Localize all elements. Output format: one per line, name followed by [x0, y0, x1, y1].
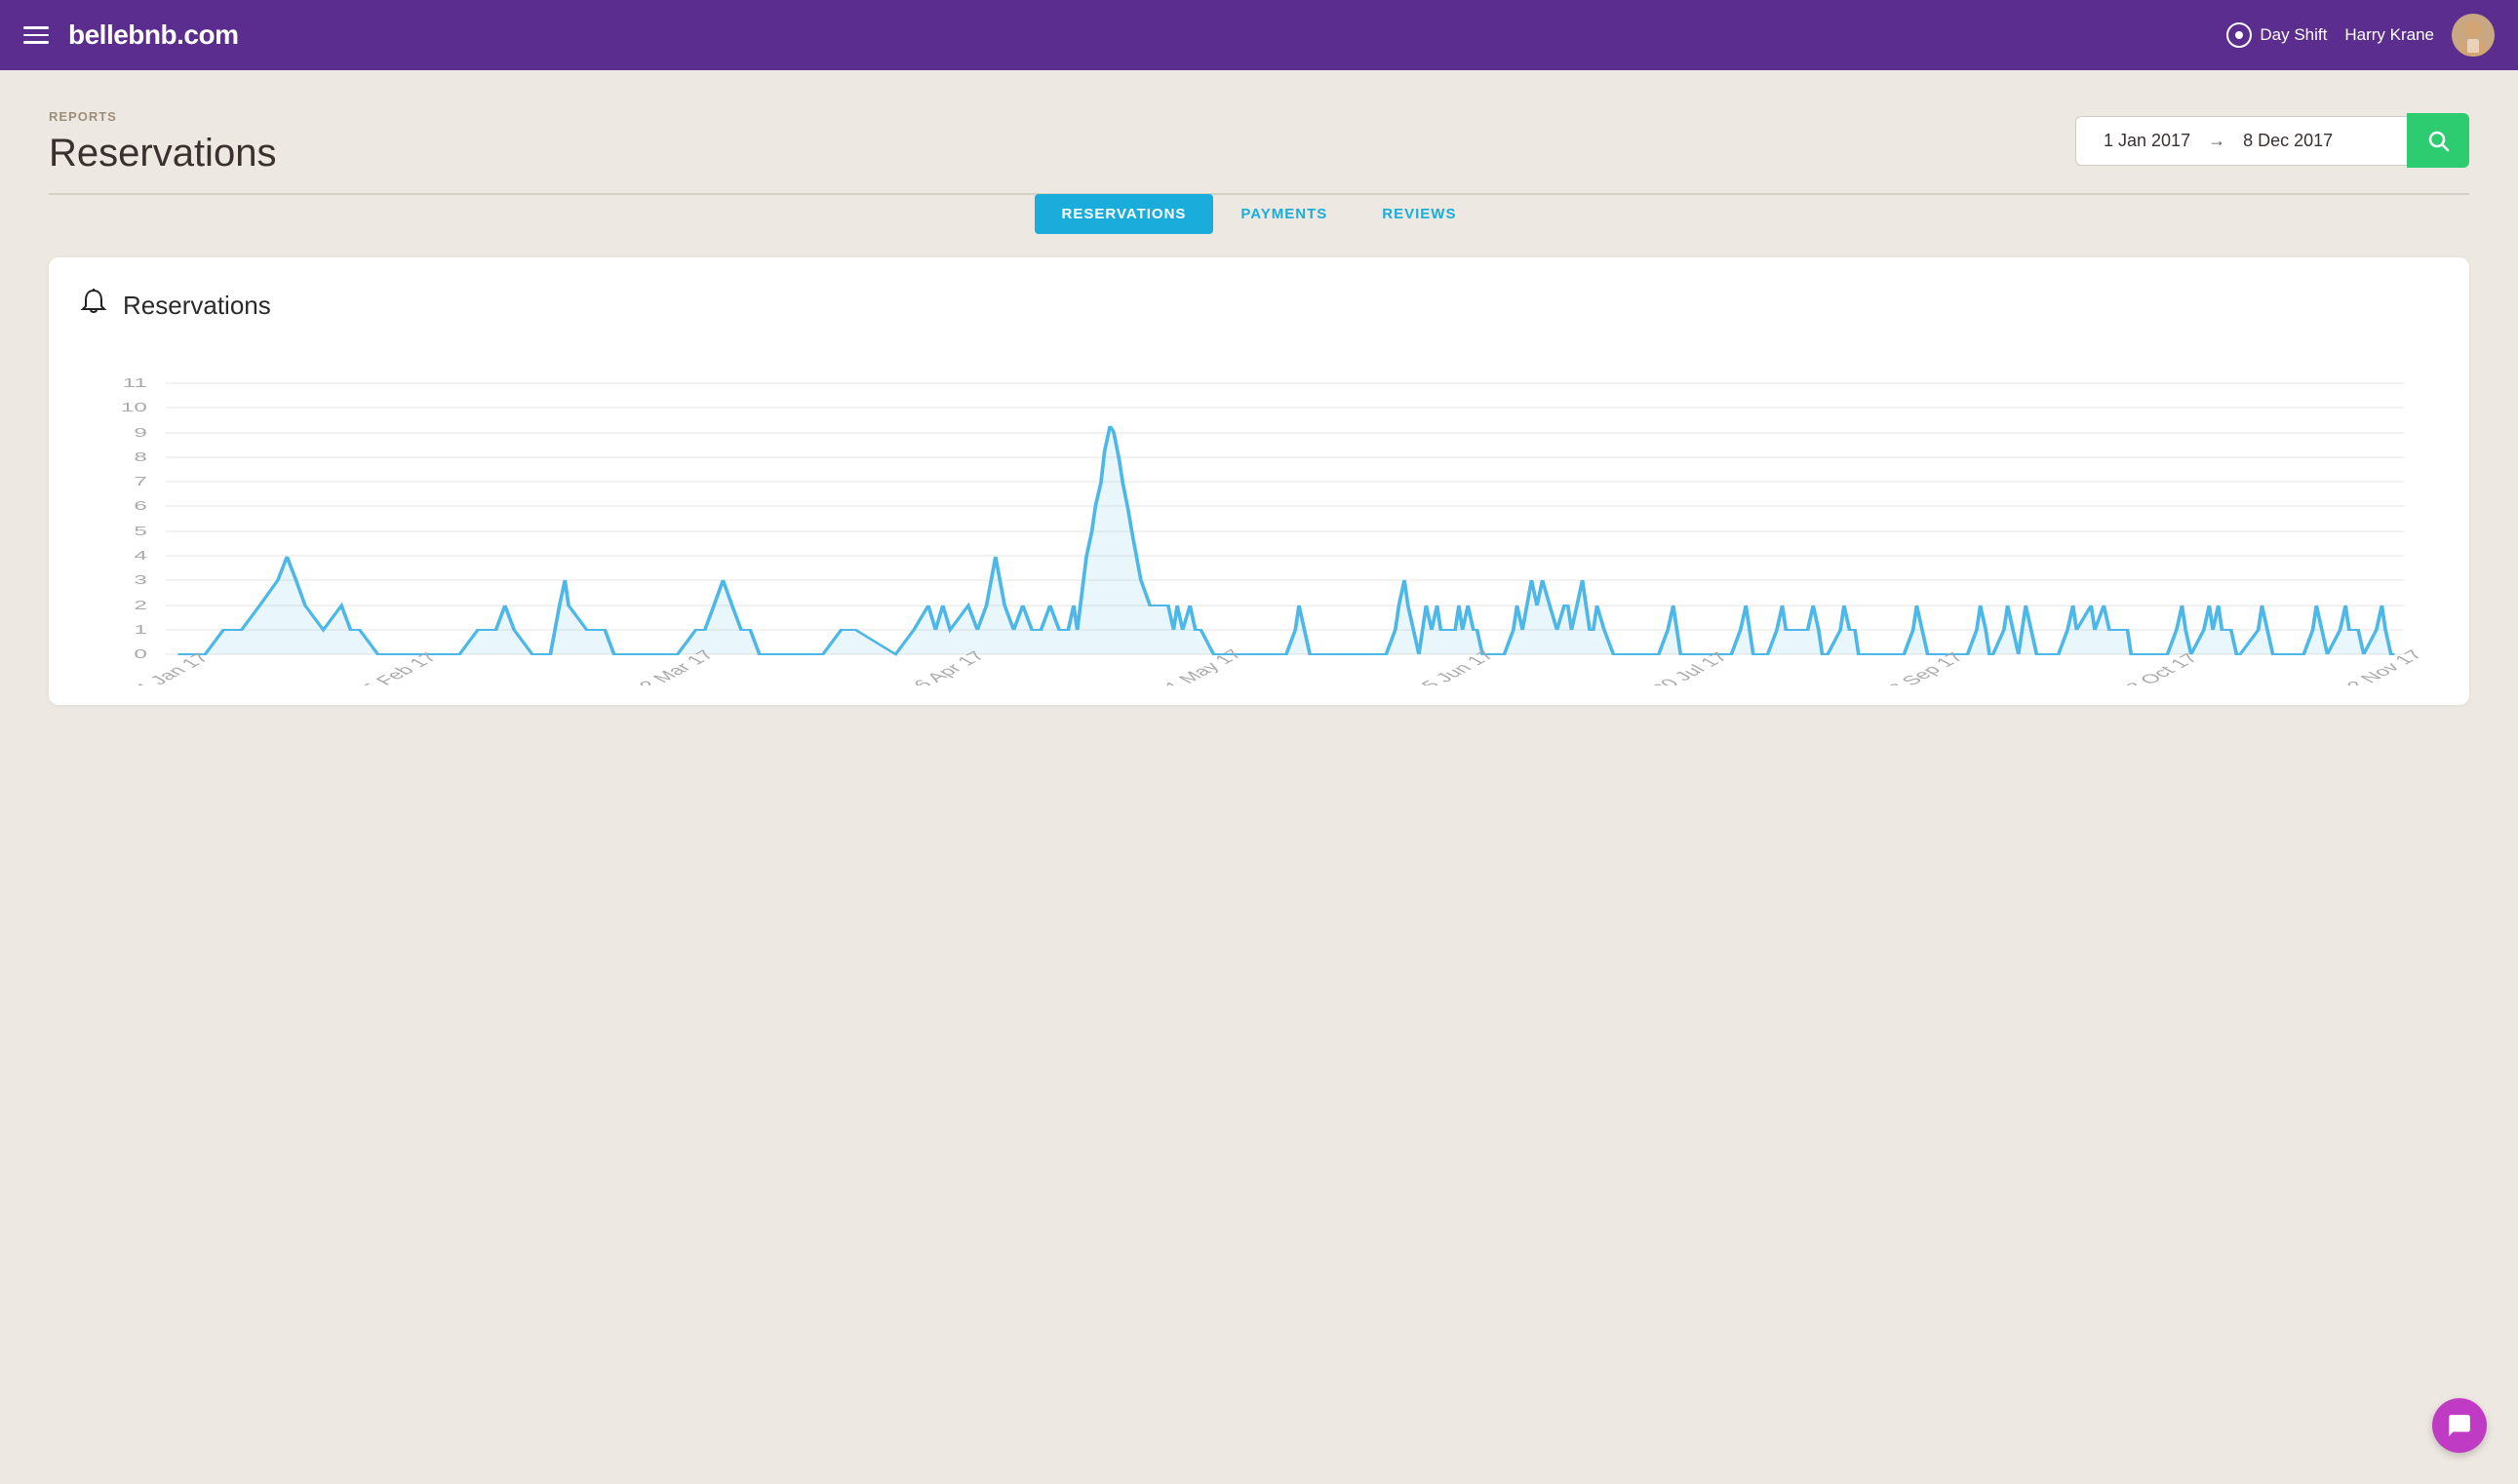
svg-text:3: 3	[134, 572, 146, 587]
svg-text:5 Feb 17: 5 Feb 17	[358, 649, 443, 684]
svg-text:4: 4	[134, 548, 147, 563]
menu-button[interactable]	[23, 26, 49, 44]
avatar[interactable]	[2452, 14, 2495, 57]
sun-icon	[2226, 22, 2252, 48]
title-block: REPORTS Reservations	[49, 109, 276, 176]
user-name: Harry Krane	[2344, 25, 2434, 45]
tab-reviews[interactable]: REVIEWS	[1355, 194, 1483, 234]
bell-icon	[78, 287, 109, 325]
header-right: Day Shift Harry Krane	[2226, 14, 2495, 57]
chat-button[interactable]	[2432, 1398, 2487, 1453]
chart-header: Reservations	[78, 287, 2440, 325]
svg-text:10: 10	[121, 400, 147, 414]
svg-text:5: 5	[134, 524, 146, 538]
header: bellebnb.com Day Shift Harry Krane	[0, 0, 2518, 70]
chart-svg: .grid-line { stroke: #e8e5e0; stroke-wid…	[78, 354, 2440, 685]
svg-text:1: 1	[134, 622, 146, 637]
tab-reservations[interactable]: RESERVATIONS	[1035, 194, 1214, 234]
svg-text:9: 9	[134, 425, 146, 440]
svg-text:7: 7	[134, 474, 146, 488]
tabs-bar: RESERVATIONS PAYMENTS REVIEWS	[49, 194, 2469, 234]
chart-title: Reservations	[123, 291, 271, 321]
svg-text:11: 11	[123, 375, 147, 390]
header-left: bellebnb.com	[23, 20, 238, 51]
logo: bellebnb.com	[68, 20, 238, 51]
svg-text:0: 0	[134, 646, 147, 661]
date-range-container: 1 Jan 2017 → 8 Dec 2017	[2075, 113, 2469, 168]
svg-text:2: 2	[134, 598, 146, 612]
svg-text:3 Sep 17: 3 Sep 17	[1883, 649, 1969, 684]
date-to: 8 Dec 2017	[2243, 131, 2333, 151]
date-arrow: →	[2208, 131, 2225, 151]
page-header: REPORTS Reservations 1 Jan 2017 → 8 Dec …	[49, 109, 2469, 176]
svg-text:6: 6	[134, 498, 146, 513]
breadcrumb: REPORTS	[49, 109, 276, 124]
tab-payments[interactable]: PAYMENTS	[1213, 194, 1355, 234]
day-shift-toggle[interactable]: Day Shift	[2226, 22, 2327, 48]
svg-text:8 Oct 17: 8 Oct 17	[2121, 650, 2203, 684]
page-title: Reservations	[49, 132, 276, 176]
date-from: 1 Jan 2017	[2104, 131, 2190, 151]
content-area: REPORTS Reservations 1 Jan 2017 → 8 Dec …	[0, 70, 2518, 734]
svg-text:8: 8	[134, 449, 146, 464]
chart-area: .grid-line { stroke: #e8e5e0; stroke-wid…	[78, 354, 2440, 685]
search-button[interactable]	[2407, 113, 2469, 168]
date-range-input[interactable]: 1 Jan 2017 → 8 Dec 2017	[2075, 116, 2407, 166]
day-shift-label: Day Shift	[2260, 25, 2327, 45]
chart-card: Reservations .grid-line { stroke: #e8e5e…	[49, 257, 2469, 705]
